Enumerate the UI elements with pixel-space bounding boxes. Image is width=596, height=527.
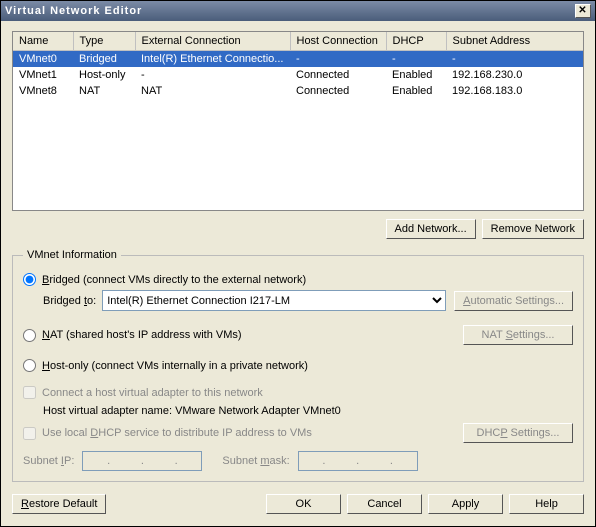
cell-type: Bridged (73, 51, 135, 68)
cell-name: VMnet1 (13, 67, 73, 83)
subnet-ip-field: ... (82, 451, 202, 471)
group-legend: VMnet Information (23, 249, 121, 261)
cell-ext: Intel(R) Ethernet Connectio... (135, 51, 290, 68)
hostonly-label[interactable]: Host-only (connect VMs internally in a p… (42, 360, 308, 372)
cell-subnet: - (446, 51, 583, 68)
remove-network-button[interactable]: Remove Network (482, 219, 584, 239)
dhcp-settings-button: DHCP Settings... (463, 423, 573, 443)
connect-host-checkbox (23, 386, 36, 399)
bridged-adapter-select[interactable]: Intel(R) Ethernet Connection I217-LM (102, 290, 446, 311)
window-root: Virtual Network Editor ✕ Name Type Exter… (0, 0, 596, 527)
cell-type: NAT (73, 83, 135, 99)
nat-settings-button: NAT Settings... (463, 325, 573, 345)
subnet-mask-field: ... (298, 451, 418, 471)
titlebar: Virtual Network Editor ✕ (1, 1, 595, 21)
cell-dhcp: Enabled (386, 67, 446, 83)
vmnet-info-group: VMnet Information Bridged (connect VMs d… (12, 249, 584, 482)
col-dhcp[interactable]: DHCP (386, 32, 446, 51)
hostonly-radio-row: Host-only (connect VMs internally in a p… (23, 359, 573, 372)
host-adapter-name: Host virtual adapter name: VMware Networ… (43, 405, 573, 417)
cell-dhcp: Enabled (386, 83, 446, 99)
cell-subnet: 192.168.230.0 (446, 67, 583, 83)
use-dhcp-label: Use local DHCP service to distribute IP … (42, 427, 455, 439)
bridged-to-label: Bridged to: (43, 295, 96, 307)
network-table[interactable]: Name Type External Connection Host Conne… (12, 31, 584, 211)
add-network-button[interactable]: Add Network... (386, 219, 476, 239)
subnet-ip-label: Subnet IP: (23, 455, 74, 467)
content: Name Type External Connection Host Conne… (1, 21, 595, 526)
subnet-row: Subnet IP: ... Subnet mask: ... (23, 451, 573, 471)
hostonly-radio[interactable] (23, 359, 36, 372)
nat-radio-row: NAT (shared host's IP address with VMs) … (23, 325, 573, 345)
subnet-mask-label: Subnet mask: (222, 455, 289, 467)
bridged-radio[interactable] (23, 273, 36, 286)
network-buttons-row: Add Network... Remove Network (12, 219, 584, 239)
table-row[interactable]: VMnet0BridgedIntel(R) Ethernet Connectio… (13, 51, 583, 68)
connect-host-row: Connect a host virtual adapter to this n… (23, 386, 573, 399)
ok-button[interactable]: OK (266, 494, 341, 514)
table-header-row: Name Type External Connection Host Conne… (13, 32, 583, 51)
automatic-settings-button: Automatic Settings... (454, 291, 573, 311)
cell-ext: NAT (135, 83, 290, 99)
cell-host: Connected (290, 67, 386, 83)
apply-button[interactable]: Apply (428, 494, 503, 514)
table-row[interactable]: VMnet8NATNATConnectedEnabled192.168.183.… (13, 83, 583, 99)
nat-label[interactable]: NAT (shared host's IP address with VMs) (42, 329, 455, 341)
cell-subnet: 192.168.183.0 (446, 83, 583, 99)
table-row[interactable]: VMnet1Host-only-ConnectedEnabled192.168.… (13, 67, 583, 83)
col-name[interactable]: Name (13, 32, 73, 51)
bridged-radio-row: Bridged (connect VMs directly to the ext… (23, 273, 573, 286)
cell-name: VMnet0 (13, 51, 73, 68)
close-icon[interactable]: ✕ (575, 4, 591, 18)
help-button[interactable]: Help (509, 494, 584, 514)
bridged-label[interactable]: Bridged (connect VMs directly to the ext… (42, 274, 306, 286)
restore-default-button[interactable]: Restore Default (12, 494, 106, 514)
col-type[interactable]: Type (73, 32, 135, 51)
connect-host-label: Connect a host virtual adapter to this n… (42, 387, 263, 399)
col-subnet[interactable]: Subnet Address (446, 32, 583, 51)
col-host[interactable]: Host Connection (290, 32, 386, 51)
cancel-button[interactable]: Cancel (347, 494, 422, 514)
bottom-buttons: Restore Default OK Cancel Apply Help (12, 494, 584, 514)
cell-host: - (290, 51, 386, 68)
window-title: Virtual Network Editor (5, 5, 142, 17)
nat-radio[interactable] (23, 329, 36, 342)
cell-ext: - (135, 67, 290, 83)
col-ext[interactable]: External Connection (135, 32, 290, 51)
bridged-to-row: Bridged to: Intel(R) Ethernet Connection… (43, 290, 573, 311)
cell-type: Host-only (73, 67, 135, 83)
cell-name: VMnet8 (13, 83, 73, 99)
cell-host: Connected (290, 83, 386, 99)
use-dhcp-checkbox (23, 427, 36, 440)
cell-dhcp: - (386, 51, 446, 68)
dhcp-row: Use local DHCP service to distribute IP … (23, 423, 573, 443)
